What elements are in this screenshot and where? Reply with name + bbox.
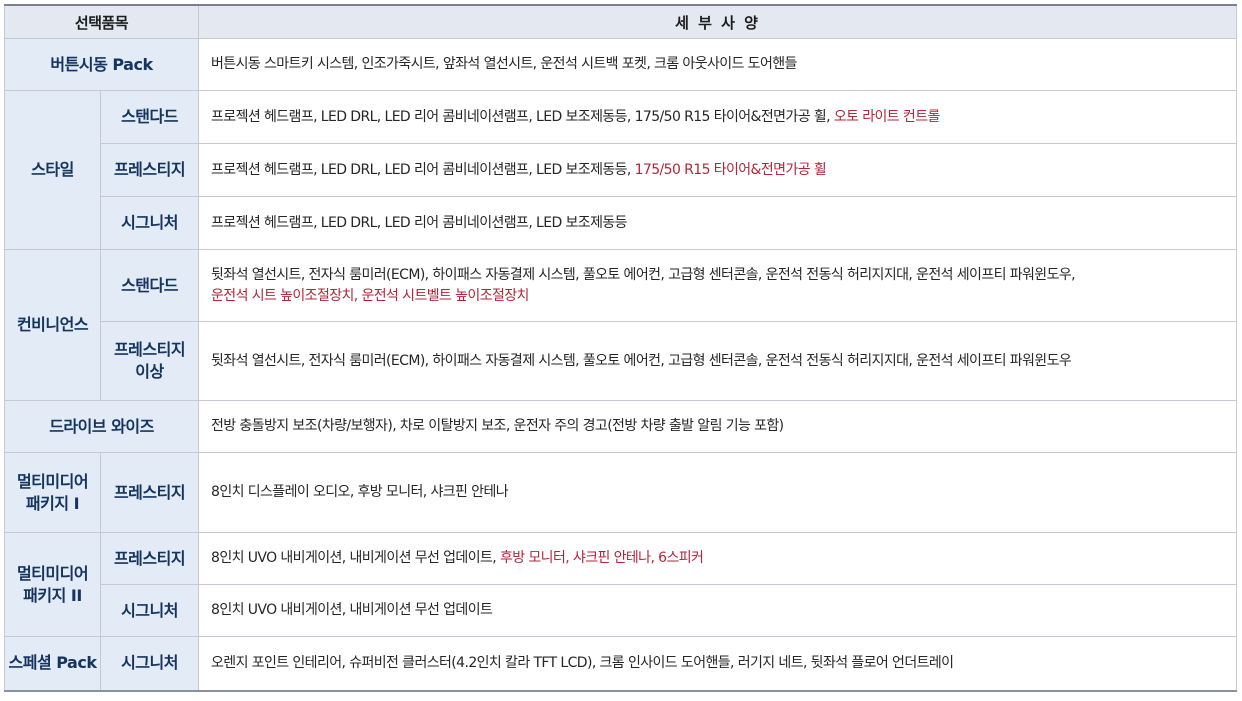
trim-convenience-standard: 스탠다드 [99, 249, 200, 322]
spec-highlight: 운전석 시트 높이조절장치, 운전석 시트벨트 높이조절장치 [211, 287, 529, 304]
trim-multimedia-1-prestige: 프레스티지 [99, 452, 200, 533]
trim-special-signature: 시그니처 [99, 636, 200, 692]
trim-line: 이상 [135, 362, 164, 381]
spec-style-standard: 프로젝션 헤드램프, LED DRL, LED 리어 콤비네이션램프, LED … [198, 90, 1238, 144]
table-row: 스타일 스탠다드 프로젝션 헤드램프, LED DRL, LED 리어 콤비네이… [4, 90, 1238, 250]
spec-style-prestige: 프로젝션 헤드램프, LED DRL, LED 리어 콤비네이션램프, LED … [198, 143, 1238, 197]
spec-text: 뒷좌석 열선시트, 전자식 룸미러(ECM), 하이패스 자동결제 시스템, 풀… [211, 266, 1076, 283]
spec-convenience-prestige-up: 뒷좌석 열선시트, 전자식 룸미러(ECM), 하이패스 자동결제 시스템, 풀… [198, 321, 1238, 401]
category-special-pack: 스페셜 Pack [4, 636, 101, 692]
spec-multimedia-1-prestige: 8인치 디스플레이 오디오, 후방 모니터, 샤크핀 안테나 [198, 452, 1238, 533]
table-row: 컨비니언스 스탠다드 뒷좌석 열선시트, 전자식 룸미러(ECM), 하이패스 … [4, 249, 1238, 401]
options-table: 선택품목 세 부 사 양 버튼시동 Pack 버튼시동 스마트키 시스템, 인조… [3, 4, 1238, 692]
spec-button-start: 버튼시동 스마트키 시스템, 인조가죽시트, 앞좌석 열선시트, 운전석 시트백… [198, 38, 1238, 91]
spec-multimedia-2-signature: 8인치 UVO 내비게이션, 내비게이션 무선 업데이트 [198, 584, 1238, 637]
table-row: 프레스티지 프로젝션 헤드램프, LED DRL, LED 리어 콤비네이션램프… [5, 143, 1238, 197]
trim-style-signature: 시그니처 [99, 196, 200, 250]
category-line: 패키지 II [23, 585, 82, 605]
spec-highlight: 175/50 R15 타이어&전면가공 휠 [634, 161, 827, 178]
header-row: 선택품목 세 부 사 양 [3, 4, 1238, 39]
table-row: 스페셜 Pack 시그니처 오렌지 포인트 인테리어, 슈퍼비전 클러스터(4.… [4, 636, 1238, 692]
options-table-container: 선택품목 세 부 사 양 버튼시동 Pack 버튼시동 스마트키 시스템, 인조… [3, 4, 1238, 692]
spec-text: 프로젝션 헤드램프, LED DRL, LED 리어 콤비네이션램프, LED … [211, 108, 834, 125]
header-specs: 세 부 사 양 [198, 4, 1238, 39]
table-row: 멀티미디어 패키지 I 프레스티지 8인치 디스플레이 오디오, 후방 모니터, … [4, 452, 1238, 533]
category-line: 멀티미디어 [16, 563, 89, 583]
trim-style-prestige: 프레스티지 [99, 143, 200, 197]
spec-convenience-standard: 뒷좌석 열선시트, 전자식 룸미러(ECM), 하이패스 자동결제 시스템, 풀… [198, 249, 1238, 322]
trim-multimedia-2-signature: 시그니처 [99, 584, 200, 637]
spec-highlight: 오토 라이트 컨트롤 [833, 108, 941, 125]
table-row: 드라이브 와이즈 전방 충돌방지 보조(차량/보행자), 차로 이탈방지 보조,… [3, 400, 1238, 453]
category-line: 멀티미디어 [16, 471, 89, 491]
table-row: 멀티미디어 패키지 II 프레스티지 8인치 UVO 내비게이션, 내비게이션 무… [4, 532, 1238, 637]
category-line: 패키지 I [25, 493, 80, 513]
trim-line: 프레스티지 [113, 340, 186, 359]
spec-text: 8인치 UVO 내비게이션, 내비게이션 무선 업데이트, [211, 550, 500, 566]
category-style: 스타일 [4, 90, 101, 250]
spec-multimedia-2-prestige: 8인치 UVO 내비게이션, 내비게이션 무선 업데이트, 후방 모니터, 샤크… [198, 532, 1238, 585]
category-drive-wise: 드라이브 와이즈 [3, 400, 200, 453]
table-row: 시그니처 8인치 UVO 내비게이션, 내비게이션 무선 업데이트 [5, 584, 1238, 637]
category-multimedia-1: 멀티미디어 패키지 I [4, 452, 101, 533]
category-button-start: 버튼시동 Pack [3, 38, 200, 91]
trim-style-standard: 스탠다드 [99, 90, 200, 144]
spec-text: 프로젝션 헤드램프, LED DRL, LED 리어 콤비네이션램프, LED … [211, 161, 635, 178]
spec-style-signature: 프로젝션 헤드램프, LED DRL, LED 리어 콤비네이션램프, LED … [198, 196, 1238, 250]
table-row: 버튼시동 Pack 버튼시동 스마트키 시스템, 인조가죽시트, 앞좌석 열선시… [3, 38, 1238, 91]
header-items: 선택품목 [3, 4, 200, 39]
spec-highlight: 후방 모니터, 샤크핀 안테나, 6스피커 [499, 550, 704, 566]
category-multimedia-2: 멀티미디어 패키지 II [4, 532, 101, 637]
trim-multimedia-2-prestige: 프레스티지 [99, 532, 200, 585]
trim-convenience-prestige-up: 프레스티지이상 [99, 321, 200, 401]
category-convenience: 컨비니언스 [4, 249, 101, 401]
table-row: 프레스티지이상 뒷좌석 열선시트, 전자식 룸미러(ECM), 하이패스 자동결… [5, 321, 1238, 401]
table-row: 시그니처 프로젝션 헤드램프, LED DRL, LED 리어 콤비네이션램프,… [5, 196, 1238, 250]
spec-special-signature: 오렌지 포인트 인테리어, 슈퍼비전 클러스터(4.2인치 칼라 TFT LCD… [198, 636, 1238, 692]
spec-drive-wise: 전방 충돌방지 보조(차량/보행자), 차로 이탈방지 보조, 운전자 주의 경… [198, 400, 1238, 453]
